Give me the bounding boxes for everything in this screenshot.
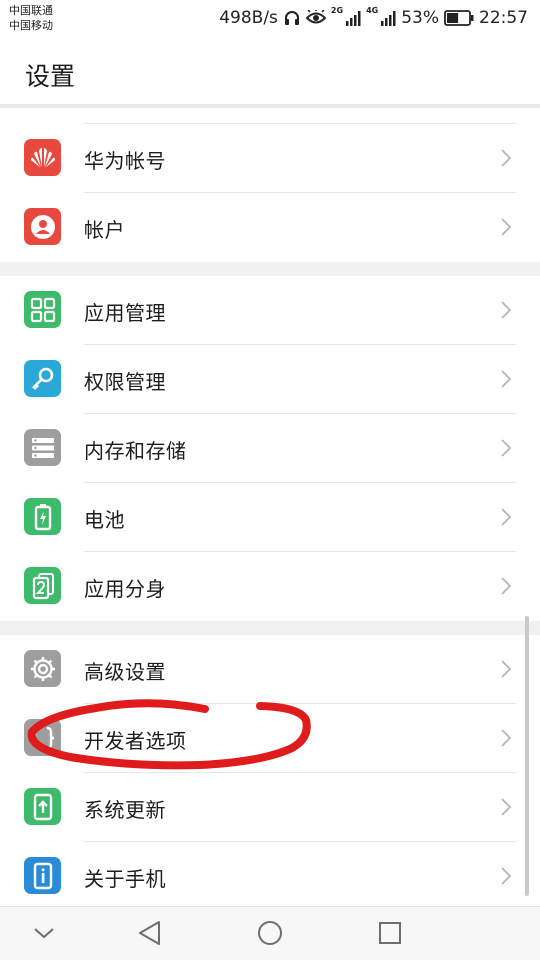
navigation-bar	[0, 906, 540, 960]
account-person-icon	[24, 208, 61, 245]
settings-item-memory-storage[interactable]: 内存和存储	[0, 414, 540, 483]
status-bar: 中国联通 中国移动 498B/s 2G 4G 53% 22:57	[0, 0, 540, 36]
scrollbar[interactable]	[525, 616, 529, 896]
settings-item-label: 华为帐号	[84, 149, 166, 173]
signal-1-label: 2G	[330, 6, 344, 15]
home-circle-icon[interactable]	[256, 919, 284, 951]
about-phone-icon	[24, 857, 61, 894]
battery-icon	[24, 498, 61, 535]
chevron-right-icon	[500, 217, 512, 241]
chevron-right-icon	[500, 659, 512, 683]
group-divider	[0, 262, 540, 276]
settings-item-label: 开发者选项	[84, 729, 187, 753]
page-title: 设置	[25, 62, 76, 91]
chevron-right-icon	[500, 438, 512, 462]
battery-status-icon	[444, 10, 474, 26]
developer-braces-icon	[24, 719, 61, 756]
eye-comfort-icon	[305, 10, 326, 26]
carrier-1: 中国联通	[9, 4, 53, 17]
scrolled-edge	[0, 108, 540, 124]
settings-item-label: 权限管理	[84, 370, 166, 394]
chevron-right-icon	[500, 728, 512, 752]
signal-strength-1-icon	[345, 10, 361, 26]
signal-strength-2-icon	[380, 10, 396, 26]
huawei-logo-icon	[24, 139, 61, 176]
chevron-right-icon	[500, 507, 512, 531]
clock-time: 22:57	[479, 8, 528, 28]
settings-item-account[interactable]: 帐户	[0, 193, 540, 262]
chevron-right-icon	[500, 576, 512, 600]
gear-icon	[24, 650, 61, 687]
status-icons: 498B/s 2G 4G 53% 22:57	[219, 6, 528, 30]
settings-item-label: 电池	[84, 508, 125, 532]
recents-square-icon[interactable]	[377, 919, 403, 951]
settings-item-app-management[interactable]: 应用管理	[0, 276, 540, 345]
app-grid-icon	[24, 291, 61, 328]
chevron-right-icon	[500, 148, 512, 172]
chevron-right-icon	[500, 369, 512, 393]
chevron-right-icon	[500, 797, 512, 821]
group-divider	[0, 621, 540, 635]
network-speed: 498B/s	[219, 8, 278, 28]
carrier-names: 中国联通 中国移动	[9, 3, 53, 33]
chevron-right-icon	[500, 300, 512, 324]
chevron-down-icon[interactable]	[32, 919, 56, 951]
settings-item-label: 系统更新	[84, 798, 166, 822]
header: 设置	[0, 36, 540, 104]
settings-item-advanced[interactable]: 高级设置	[0, 635, 540, 704]
settings-item-huawei-id[interactable]: 华为帐号	[0, 124, 540, 193]
settings-item-label: 内存和存储	[84, 439, 187, 463]
key-icon	[24, 360, 61, 397]
system-update-icon	[24, 788, 61, 825]
chevron-right-icon	[500, 866, 512, 890]
battery-percent: 53%	[401, 8, 439, 28]
settings-item-about-phone[interactable]: 关于手机	[0, 842, 540, 911]
settings-screen: 中国联通 中国移动 498B/s 2G 4G 53% 22:57 设置 华为帐号…	[0, 0, 540, 960]
settings-item-developer-options[interactable]: 开发者选项	[0, 704, 540, 773]
carrier-2: 中国移动	[9, 19, 53, 32]
settings-item-battery[interactable]: 电池	[0, 483, 540, 552]
back-triangle-icon[interactable]	[137, 919, 163, 951]
settings-item-app-twin[interactable]: 应用分身	[0, 552, 540, 621]
signal-2-label: 4G	[366, 6, 379, 15]
settings-item-system-update[interactable]: 系统更新	[0, 773, 540, 842]
app-twin-icon	[24, 567, 61, 604]
headphones-icon	[283, 9, 301, 27]
settings-item-permissions[interactable]: 权限管理	[0, 345, 540, 414]
settings-list[interactable]: 华为帐号 帐户 应用管理 权限管理 内存和存储 电池 应用分身 高级设置 开发者…	[0, 108, 540, 911]
settings-item-label: 关于手机	[84, 867, 166, 891]
settings-item-label: 应用分身	[84, 577, 166, 601]
settings-item-label: 应用管理	[84, 301, 166, 325]
storage-icon	[24, 429, 61, 466]
settings-item-label: 高级设置	[84, 660, 166, 684]
settings-item-label: 帐户	[84, 218, 125, 242]
